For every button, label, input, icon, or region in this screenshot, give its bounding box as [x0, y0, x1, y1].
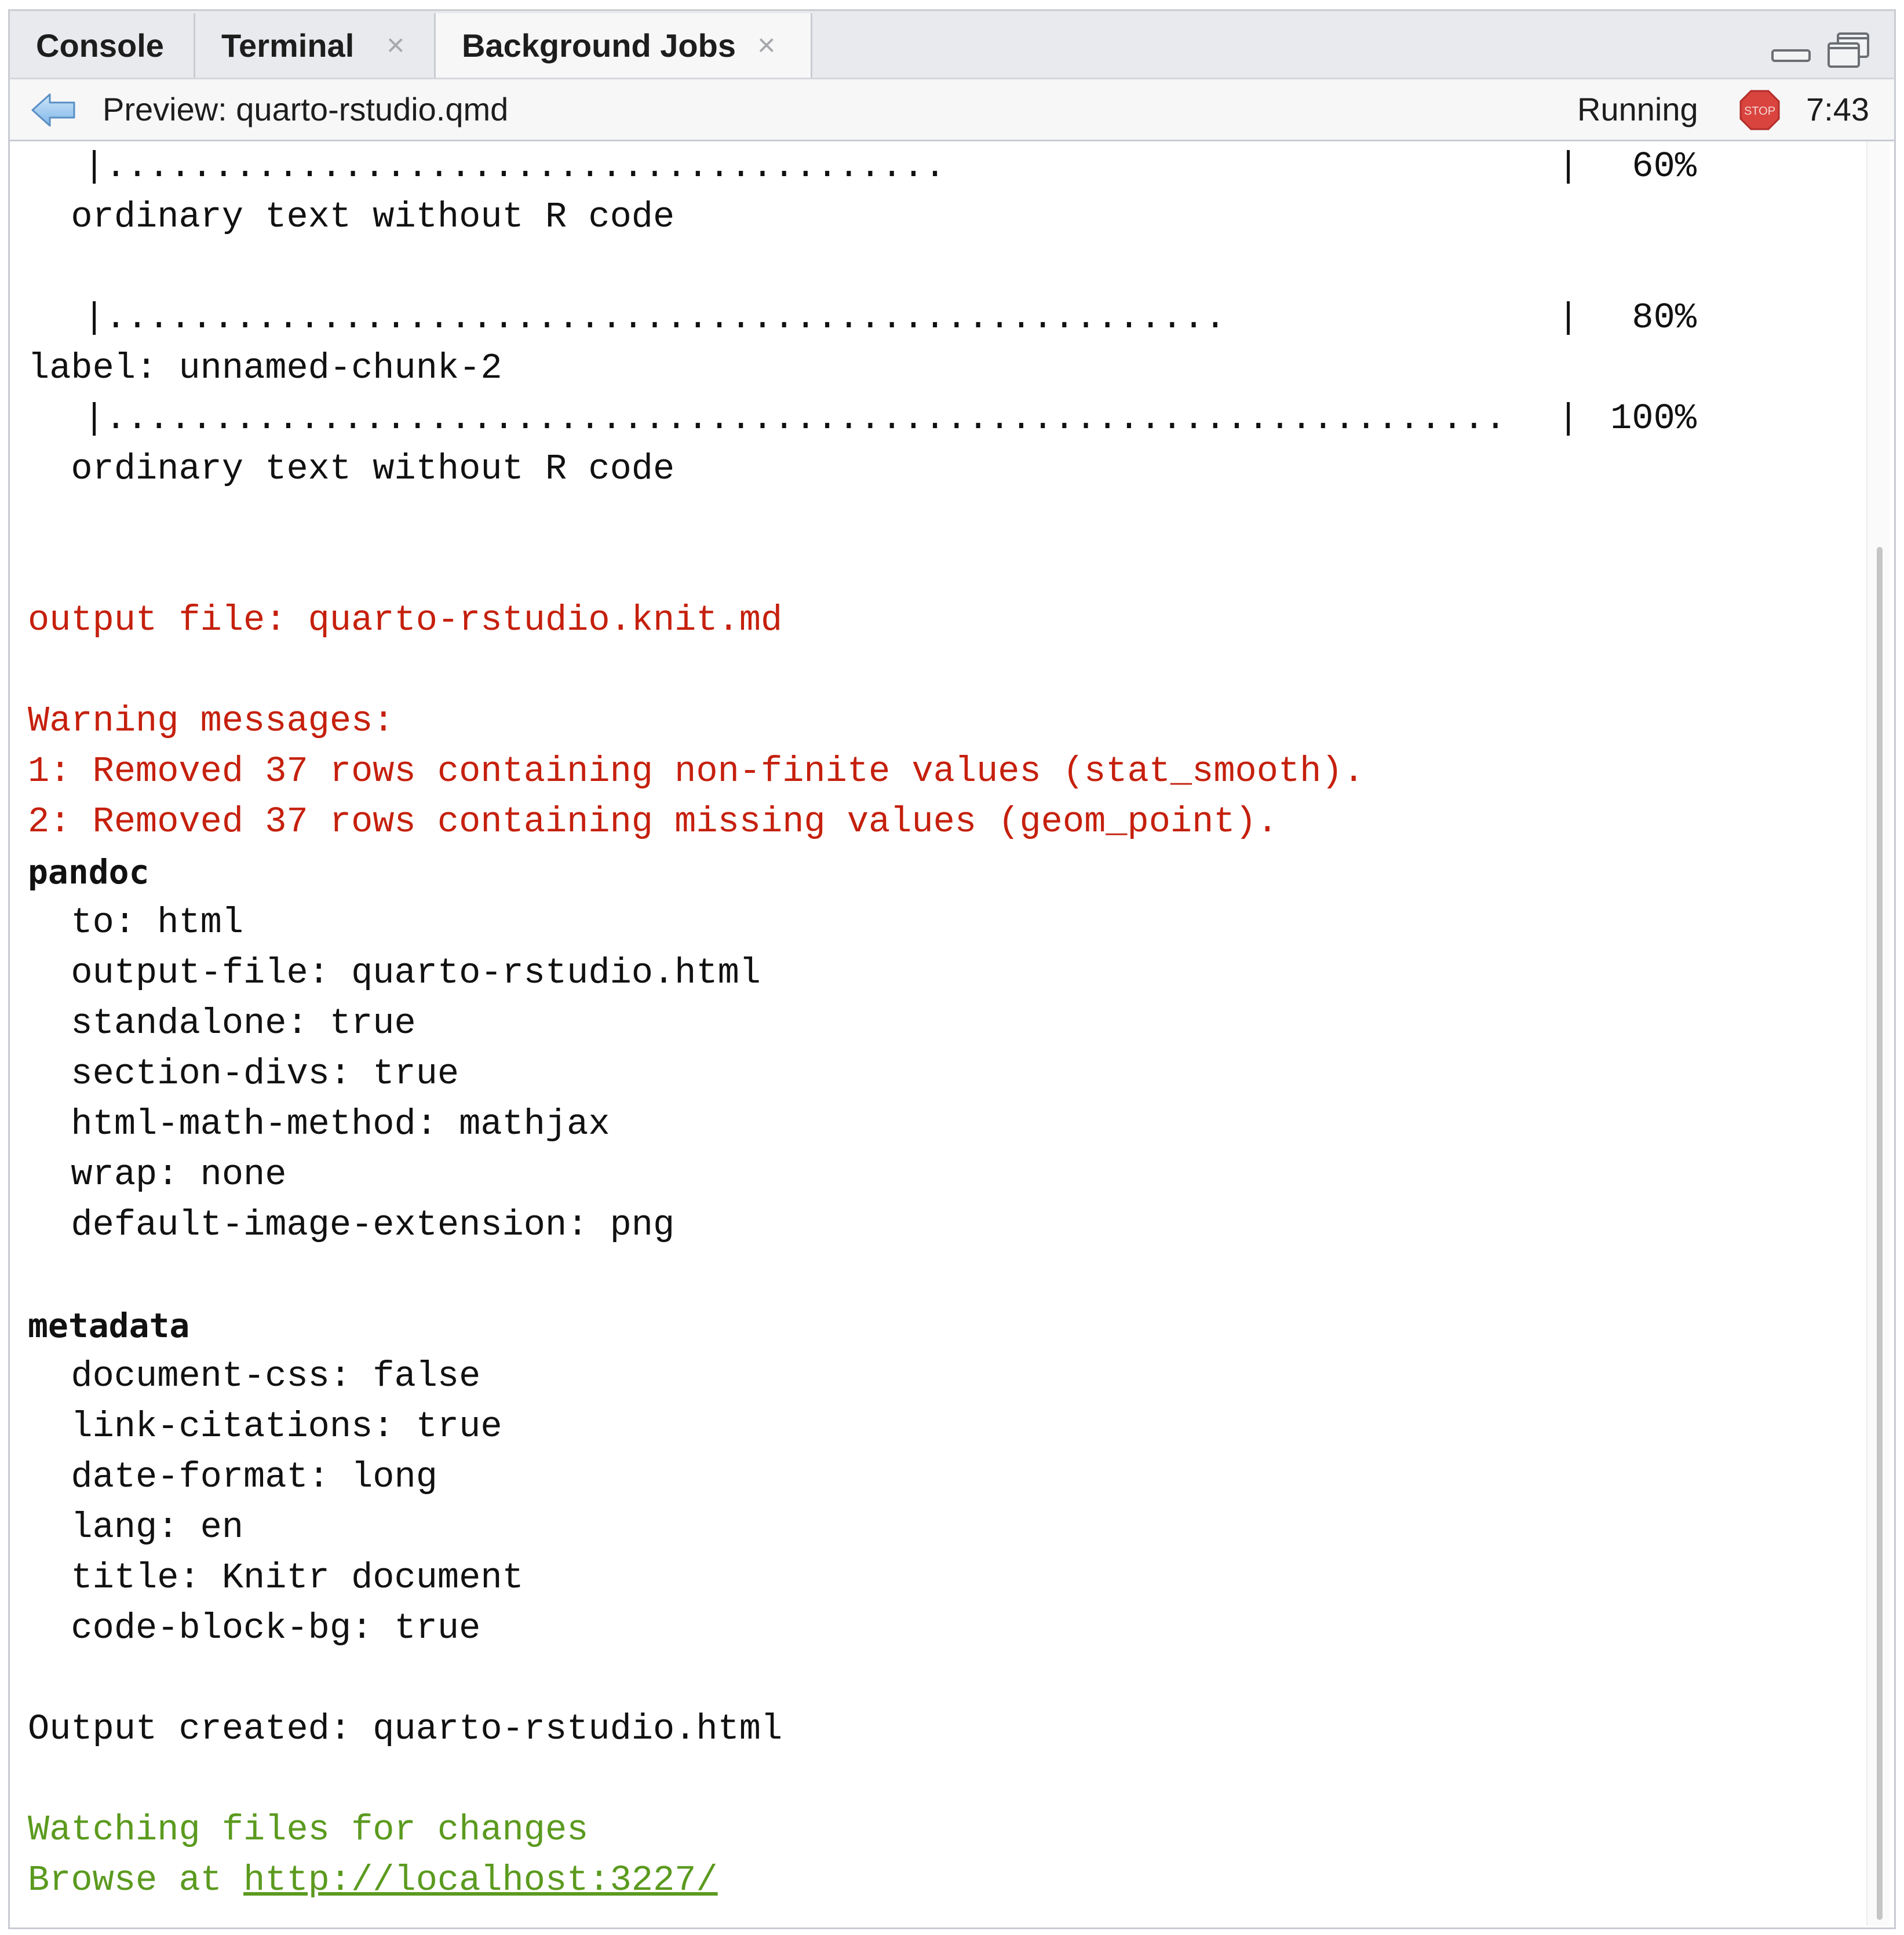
- progress-percent: 80%: [1632, 297, 1697, 338]
- close-icon[interactable]: ×: [386, 13, 405, 78]
- browse-line: Browse at http://localhost:3227/: [28, 1855, 718, 1905]
- metadata-option: link-citations: true: [28, 1406, 502, 1447]
- tab-console-label: Console: [36, 27, 164, 64]
- pandoc-option: to: html: [28, 902, 244, 943]
- job-title: Preview: quarto-rstudio.qmd: [103, 91, 509, 127]
- pandoc-option: output-file: quarto-rstudio.html: [28, 952, 761, 994]
- warning-header: Warning messages:: [28, 700, 395, 742]
- vertical-scrollbar[interactable]: [1866, 141, 1890, 1926]
- tab-console[interactable]: Console: [10, 13, 195, 78]
- scrollbar-thumb[interactable]: [1877, 547, 1883, 1920]
- localhost-link[interactable]: http://localhost:3227/: [243, 1860, 718, 1901]
- output-line: ordinary text without R code: [28, 196, 675, 238]
- background-jobs-pane: Console Terminal × Background Jobs × Pre…: [0, 0, 1904, 1935]
- tab-background-jobs[interactable]: Background Jobs ×: [436, 13, 812, 80]
- pandoc-option: standalone: true: [28, 1003, 416, 1044]
- job-status: Running: [1577, 91, 1698, 127]
- tab-terminal-label: Terminal: [221, 27, 355, 64]
- progress-percent: 100%: [1610, 398, 1697, 439]
- minimize-icon[interactable]: [1771, 48, 1811, 63]
- back-arrow-icon[interactable]: [30, 91, 76, 129]
- job-header: Preview: quarto-rstudio.qmd Running STOP…: [8, 78, 1896, 141]
- progress-bar-end: |: [1558, 398, 1580, 439]
- job-output[interactable]: |.......................................…: [8, 141, 1896, 1929]
- browse-prefix: Browse at: [28, 1860, 244, 1901]
- progress-percent: 60%: [1632, 146, 1697, 187]
- progress-bar: |.......................................…: [83, 297, 1226, 338]
- pandoc-header: pandoc: [28, 852, 149, 892]
- tab-background-jobs-label: Background Jobs: [462, 27, 736, 64]
- metadata-option: lang: en: [28, 1507, 244, 1548]
- output-line: label: unnamed-chunk-2: [28, 348, 502, 389]
- tab-bar: Console Terminal × Background Jobs ×: [8, 9, 1896, 80]
- progress-bar-end: |: [1558, 297, 1580, 338]
- metadata-option: title: Knitr document: [28, 1557, 524, 1598]
- progress-bar: |.......................................…: [83, 398, 1507, 439]
- metadata-option: date-format: long: [28, 1456, 437, 1498]
- svg-text:STOP: STOP: [1744, 105, 1775, 118]
- tab-terminal[interactable]: Terminal ×: [195, 13, 436, 78]
- pandoc-option: section-divs: true: [28, 1053, 459, 1094]
- metadata-header: metadata: [28, 1306, 190, 1345]
- output-file-line: output file: quarto-rstudio.knit.md: [28, 600, 783, 641]
- progress-bar: |.......................................: [83, 146, 946, 187]
- warning-line: 2: Removed 37 rows containing missing va…: [28, 801, 1278, 842]
- pandoc-option: html-math-method: mathjax: [28, 1104, 610, 1145]
- output-created-line: Output created: quarto-rstudio.html: [28, 1708, 783, 1750]
- warning-line: 1: Removed 37 rows containing non-finite…: [28, 751, 1365, 792]
- pandoc-option: wrap: none: [28, 1154, 287, 1195]
- progress-bar-end: |: [1558, 146, 1580, 187]
- metadata-option: code-block-bg: true: [28, 1608, 481, 1649]
- close-icon[interactable]: ×: [757, 13, 776, 78]
- watching-line: Watching files for changes: [28, 1809, 589, 1850]
- restore-icon[interactable]: [1826, 32, 1870, 69]
- job-elapsed-time: 7:43: [1806, 91, 1869, 127]
- pandoc-option: default-image-extension: png: [28, 1204, 675, 1246]
- output-line: ordinary text without R code: [28, 448, 675, 490]
- metadata-option: document-css: false: [28, 1356, 481, 1397]
- stop-icon[interactable]: STOP: [1739, 90, 1780, 130]
